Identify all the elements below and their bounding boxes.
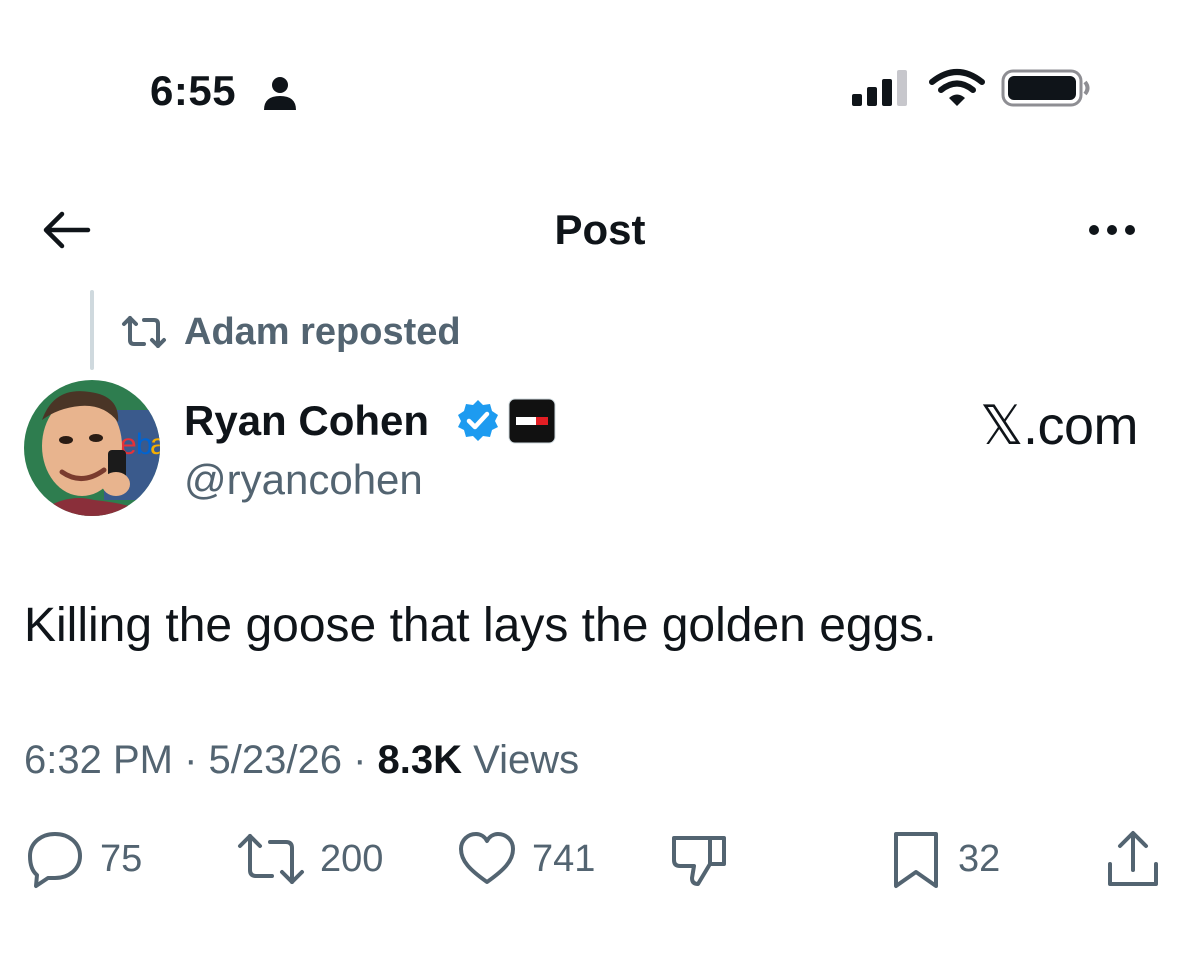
share-button[interactable] [1102,826,1164,892]
author-handle[interactable]: @ryancohen [184,454,423,506]
meta-separator: · [172,738,209,782]
battery-icon [1001,69,1090,107]
repost-icon [238,834,304,884]
wifi-icon [929,69,985,106]
verified-badge-icon[interactable] [456,398,500,442]
reply-button[interactable]: 75 [24,826,142,892]
repost-count: 200 [320,838,384,880]
repost-label[interactable]: Adam reposted [184,308,461,356]
bookmark-icon [894,832,938,888]
page-title: Post [554,206,646,253]
thumbs-down-icon [672,836,726,886]
status-time: 6:55 [150,67,237,114]
views-count[interactable]: 8.3K [378,738,463,782]
downvote-button[interactable] [666,826,732,892]
thread-line [90,290,94,370]
x-watermark: 𝕏.com [980,396,1139,456]
avatar-image: e b a [24,380,160,516]
heart-icon [459,832,515,884]
post-date: 5/23/26 [208,738,342,782]
reply-count: 75 [100,838,143,880]
views-label: Views [462,738,580,782]
repost-button[interactable]: 200 [236,826,383,892]
cellular-signal-icon [852,70,907,106]
more-horizontal-icon[interactable] [1080,210,1144,250]
avatar[interactable]: e b a [24,380,160,516]
repost-icon [122,316,166,348]
gamestop-affiliate-badge[interactable] [508,398,556,444]
post-meta: 6:32 PM · 5/23/26 · 8.3K Views [24,734,579,786]
post-time: 6:32 PM [24,738,173,782]
svg-text:a: a [150,428,160,461]
bookmark-button[interactable]: 32 [888,826,1000,892]
like-button[interactable]: 741 [456,826,595,892]
share-icon [1108,831,1158,886]
post-text: Killing the goose that lays the golden e… [24,599,937,652]
like-count: 741 [532,838,596,880]
bookmark-count: 32 [958,838,1001,880]
author-name[interactable]: Ryan Cohen [184,395,429,447]
reply-icon [28,832,82,888]
person-icon [264,77,296,110]
meta-separator: · [341,738,378,782]
